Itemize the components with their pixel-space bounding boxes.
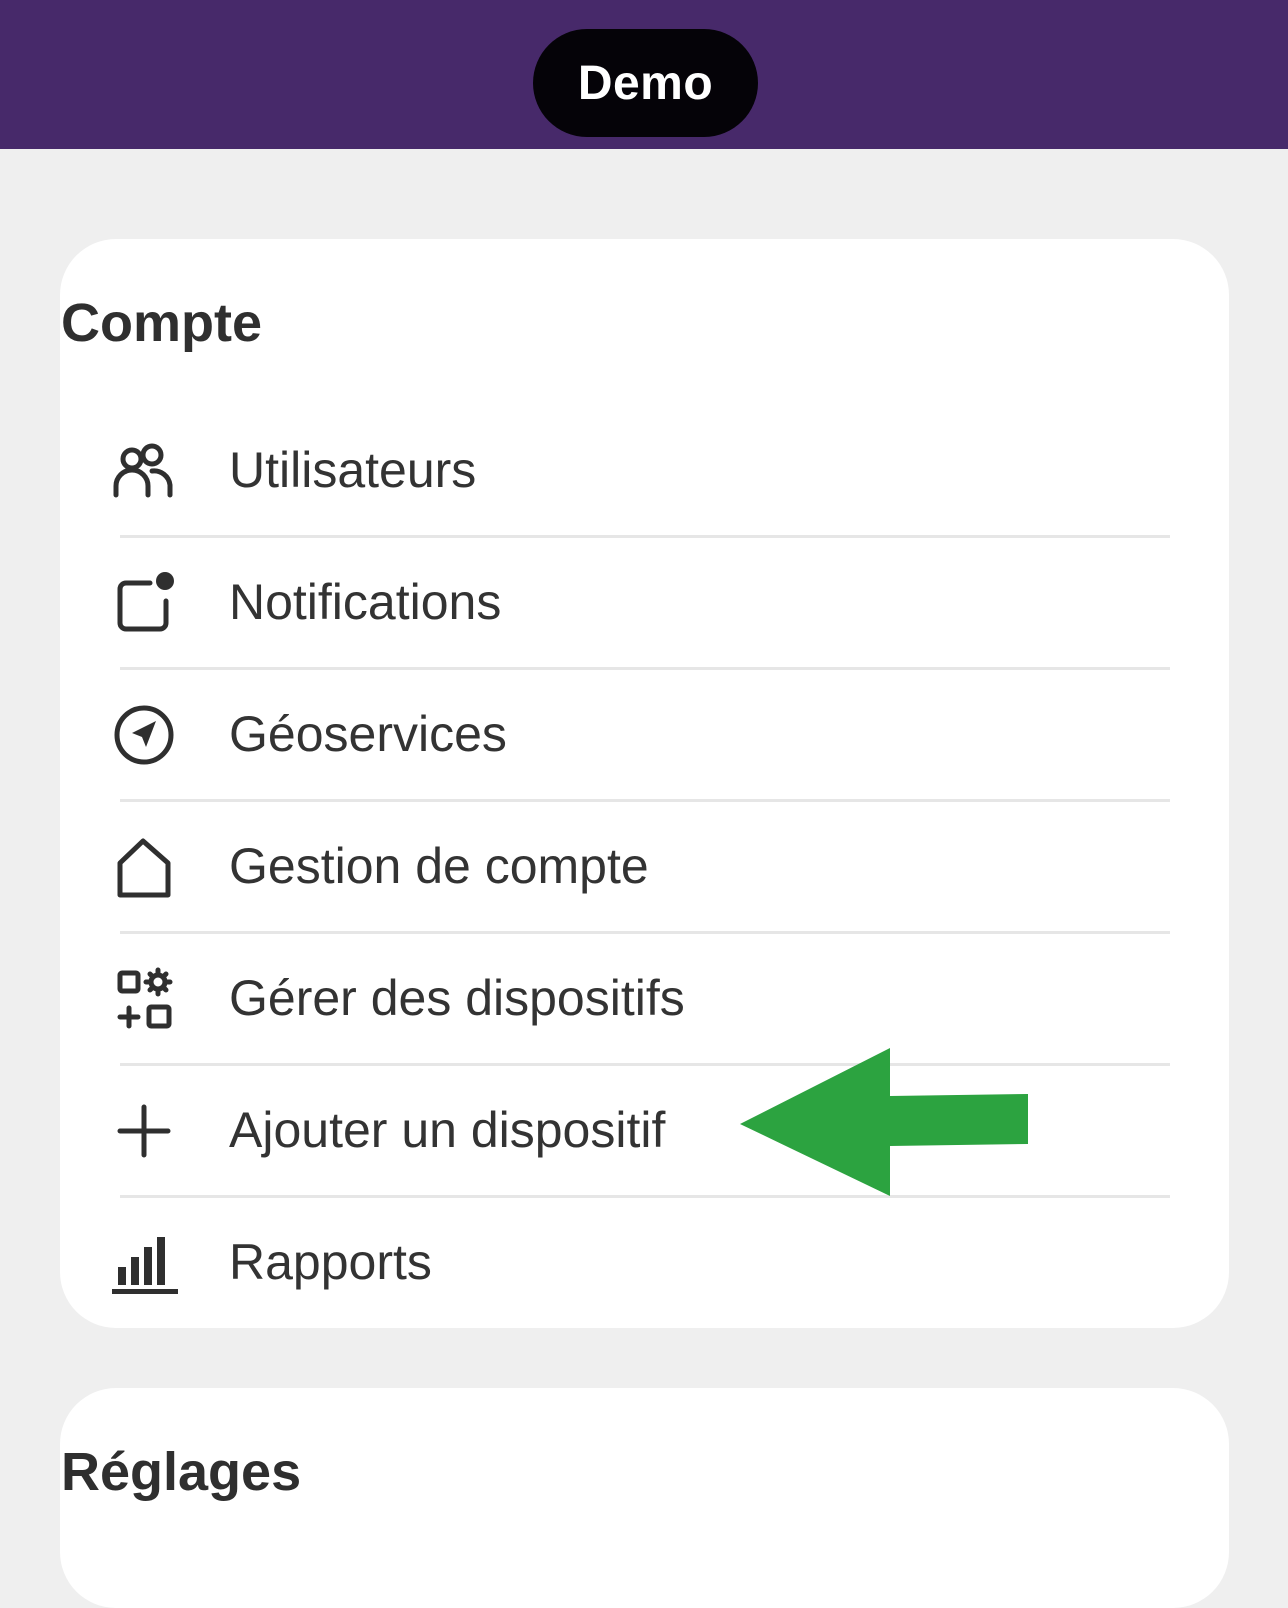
menu-item-users[interactable]: Utilisateurs [60,405,1170,538]
device-manage-icon [110,967,178,1031]
menu-item-label: Géoservices [229,706,507,762]
menu-item-account-management[interactable]: Gestion de compte [60,801,1170,934]
menu-item-geoservices[interactable]: Géoservices [60,669,1170,802]
menu-item-label: Gérer des dispositifs [229,970,685,1026]
users-icon [110,439,178,503]
menu-item-label: Utilisateurs [229,442,477,498]
arrow-left-icon [740,1048,1028,1196]
menu-item-label: Ajouter un dispositif [229,1102,666,1158]
plus-icon [110,1099,178,1163]
location-arrow-icon [110,703,178,767]
account-section-title: Compte [61,293,262,353]
menu-item-label: Rapports [229,1234,432,1290]
house-icon [110,835,178,899]
settings-section-title: Réglages [61,1442,302,1502]
menu-item-label: Gestion de compte [229,838,649,894]
menu-item-reports[interactable]: Rapports [60,1197,1170,1328]
demo-badge[interactable]: Demo [533,29,758,137]
menu-item-label: Notifications [229,574,502,630]
menu-item-notifications[interactable]: Notifications [60,537,1170,670]
top-bar: Demo [0,0,1288,149]
bar-chart-icon [110,1231,178,1295]
notification-badge-icon [110,571,178,635]
menu-item-manage-devices[interactable]: Gérer des dispositifs [60,933,1170,1066]
